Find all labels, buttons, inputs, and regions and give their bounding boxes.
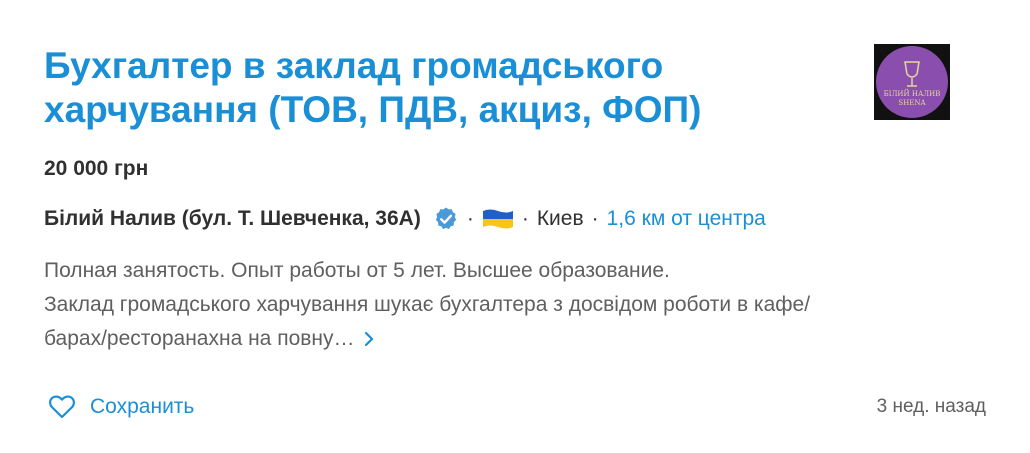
description-text: Заклад громадського харчування шукає бух…: [44, 293, 811, 316]
distance-link[interactable]: 1,6 км от центра: [607, 207, 766, 231]
vacancy-description: Полная занятость. Опыт работы от 5 лет. …: [44, 254, 984, 356]
posted-time: 3 нед. назад: [876, 396, 986, 417]
separator-dot: ·: [521, 207, 529, 230]
separator-dot: ·: [591, 207, 599, 230]
company-logo-image: БІЛИЙ НАЛИВ SHENA: [874, 44, 950, 120]
separator-dot: ·: [466, 207, 474, 230]
company-name[interactable]: Білий Налив (бул. Т. Шевченка, 36А): [44, 207, 421, 231]
logo-text-line1: БІЛИЙ НАЛИВ: [884, 89, 941, 98]
company-row: Білий Налив (бул. Т. Шевченка, 36А) · · …: [44, 203, 766, 235]
salary: 20 000 грн: [44, 157, 149, 180]
description-text: барах/ресторанахна на повну…: [44, 327, 355, 350]
description-line: Полная занятость. Опыт работы от 5 лет. …: [44, 259, 670, 282]
vacancy-card: Бухгалтер в заклад громадського харчуван…: [0, 0, 1030, 453]
description-line: Заклад громадського харчування шукає бух…: [44, 288, 984, 322]
chevron-right-icon[interactable]: [363, 330, 375, 348]
description-line: барах/ресторанахна на повну…: [44, 322, 984, 356]
city: Киев: [536, 207, 584, 230]
verified-check-icon: [433, 206, 459, 232]
vacancy-title[interactable]: Бухгалтер в заклад громадського харчуван…: [44, 44, 834, 132]
logo-text-line2: SHENA: [898, 99, 926, 107]
company-logo[interactable]: БІЛИЙ НАЛИВ SHENA: [874, 44, 950, 120]
heart-outline-icon: [49, 395, 75, 419]
save-label: Сохранить: [90, 395, 195, 418]
save-button[interactable]: Сохранить: [48, 392, 194, 422]
ukraine-flag-icon: [482, 208, 514, 230]
